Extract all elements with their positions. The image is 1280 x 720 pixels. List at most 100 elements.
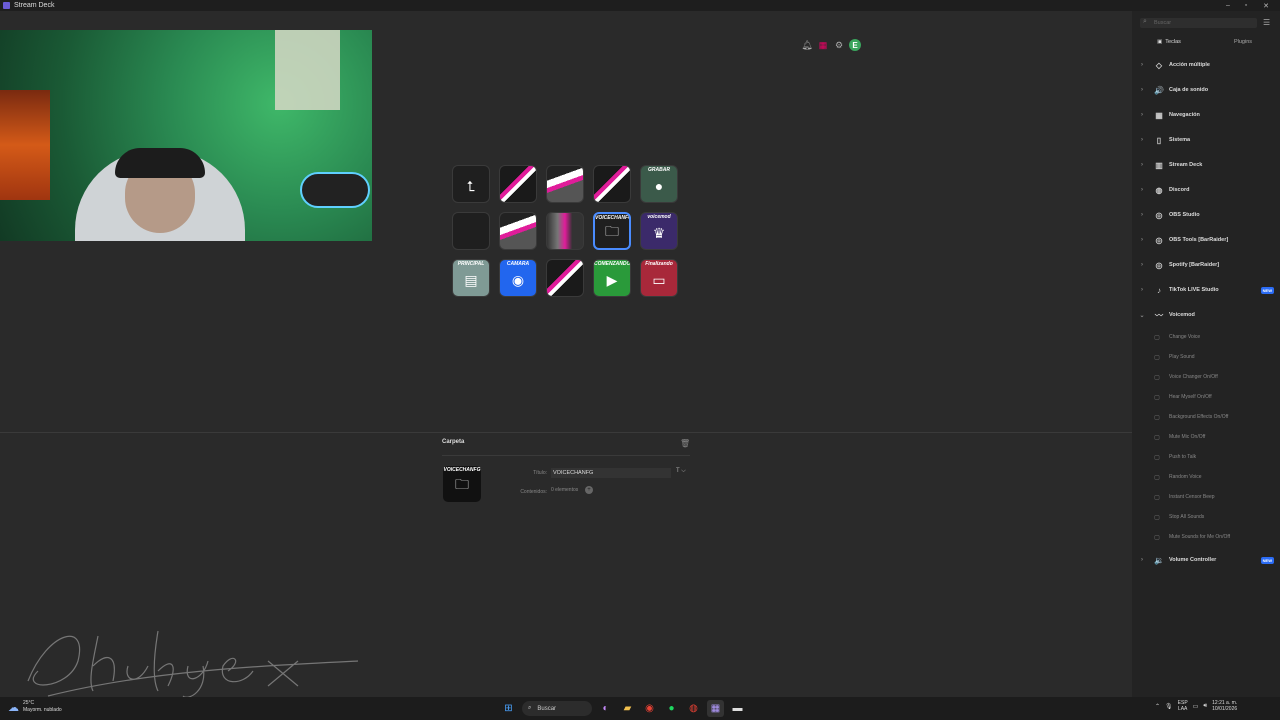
category-label: Navegación: [1169, 112, 1200, 118]
maximize-button[interactable]: ▫: [1236, 0, 1256, 11]
action-item[interactable]: ▢ Instant Censor Beep: [1132, 492, 1280, 502]
category-item[interactable]: › ▯ Sistema: [1132, 134, 1280, 146]
action-item[interactable]: ▢ Change Voice: [1132, 332, 1280, 342]
avatar[interactable]: E: [849, 39, 861, 51]
fireplace: [0, 90, 50, 200]
key-preview[interactable]: VOICECHANFG 🗀: [443, 466, 481, 502]
mic-icon[interactable]: 🎙︎: [1165, 703, 1173, 710]
bell-icon[interactable]: 🔔︎: [801, 39, 813, 51]
marketplace-icon[interactable]: ▦: [817, 39, 829, 51]
list-view-icon[interactable]: ☰: [1263, 18, 1270, 27]
action-item[interactable]: ▢ Random Voice: [1132, 472, 1280, 482]
chrome-icon[interactable]: ◉: [641, 700, 658, 717]
deck-key[interactable]: PRINCIPAL ▤: [452, 259, 490, 297]
search-input[interactable]: ⌕ Buscar: [1140, 18, 1257, 28]
chevron-right-icon: ›: [1141, 62, 1143, 68]
gear-icon[interactable]: ⚙: [833, 39, 845, 51]
category-item[interactable]: › ◍ Discord: [1132, 184, 1280, 196]
deck-key-icon: ♛: [652, 224, 666, 241]
deck-key-icon: ▤: [464, 271, 478, 288]
spotify-icon[interactable]: ●: [663, 700, 680, 717]
deck-key[interactable]: [546, 165, 584, 203]
deck-key[interactable]: [499, 212, 537, 250]
deck-key[interactable]: [452, 212, 490, 250]
action-icon: ▢: [1154, 534, 1160, 541]
deck-key[interactable]: [593, 165, 631, 203]
deck-key[interactable]: GRABAR ●: [640, 165, 678, 203]
terminal-icon[interactable]: ▬: [729, 700, 746, 717]
deck-key-label: CAMARA: [506, 261, 530, 267]
deck-key[interactable]: voicemod ♛: [640, 212, 678, 250]
taskbar-search[interactable]: ⌕ Buscar: [522, 701, 592, 716]
title-input[interactable]: [551, 468, 671, 478]
media-app-icon[interactable]: ◍: [685, 700, 702, 717]
category-item[interactable]: › ◎ OBS Studio: [1132, 209, 1280, 221]
title-format-button[interactable]: T ⌵: [676, 468, 686, 475]
category-item[interactable]: › ▦ Navegación: [1132, 109, 1280, 121]
category-icon: ▥: [1155, 160, 1163, 170]
action-item[interactable]: ▢ Mute Sounds for Me On/Off: [1132, 532, 1280, 542]
clock[interactable]: 12:21 a. m. 10/01/2026: [1212, 700, 1237, 712]
category-item[interactable]: › ♪ TikTok LIVE Studio NEW: [1132, 284, 1280, 296]
chevron-right-icon: ›: [1141, 87, 1143, 93]
deck-key[interactable]: [546, 212, 584, 250]
title-bar: Stream Deck – ▫ ✕: [0, 0, 1280, 11]
trash-icon[interactable]: 🗑︎: [680, 439, 690, 448]
category-item[interactable]: › ▥ Stream Deck: [1132, 159, 1280, 171]
category-item[interactable]: › 🔉 Volume Controller NEW: [1132, 554, 1280, 566]
action-item[interactable]: ▢ Hear Myself On/Off: [1132, 392, 1280, 402]
action-item[interactable]: ▢ Mute Mic On/Off: [1132, 432, 1280, 442]
minimize-button[interactable]: –: [1218, 0, 1238, 11]
tab-keys[interactable]: ▣ Teclas: [1132, 35, 1206, 49]
category-icon: ♪: [1157, 285, 1161, 295]
category-label: Sistema: [1169, 137, 1191, 143]
action-item[interactable]: ▢ Play Sound: [1132, 352, 1280, 362]
deck-key[interactable]: CAMARA ◉: [499, 259, 537, 297]
weather-text: Mayorm. nublado: [23, 707, 62, 713]
weather-widget[interactable]: ☁ 25°C Mayorm. nublado: [8, 700, 62, 714]
action-item[interactable]: ▢ Background Effects On/Off: [1132, 412, 1280, 422]
category-icon: ▯: [1156, 135, 1162, 145]
network-icon[interactable]: ▭: [1193, 703, 1199, 710]
copilot-icon[interactable]: ◐: [597, 700, 614, 717]
sidebar-tabs: ▣ Teclas Plugins: [1132, 35, 1280, 49]
deck-key[interactable]: ⮤: [452, 165, 490, 203]
deck-key[interactable]: VOICECHANFG 🗀: [593, 212, 631, 250]
chevron-right-icon: ›: [1141, 557, 1143, 563]
action-icon: ▢: [1154, 394, 1160, 401]
language-indicator[interactable]: ESP LAA: [1178, 700, 1188, 712]
action-item[interactable]: ▢ Push to Talk: [1132, 452, 1280, 462]
tab-plugins[interactable]: Plugins: [1206, 35, 1280, 49]
deck-key[interactable]: COMENZANDO ▶: [593, 259, 631, 297]
close-button[interactable]: ✕: [1256, 0, 1276, 11]
category-item[interactable]: ⌄ 〰 Voicemod: [1132, 309, 1280, 321]
action-icon: ▢: [1154, 434, 1160, 441]
chevron-right-icon: ›: [1141, 137, 1143, 143]
windows-start-icon[interactable]: ⊞: [500, 700, 517, 717]
category-item[interactable]: › ◎ Spotify [BarRaider]: [1132, 259, 1280, 271]
search-placeholder: Buscar: [1154, 20, 1172, 26]
deck-key[interactable]: [546, 259, 584, 297]
category-item[interactable]: › 🔊 Caja de sonido: [1132, 84, 1280, 96]
deck-key[interactable]: Finalizando ▭: [640, 259, 678, 297]
action-label: Change Voice: [1169, 334, 1201, 340]
stream-deck-taskbar-icon[interactable]: ▦: [707, 700, 724, 717]
action-icon: ▢: [1154, 374, 1160, 381]
file-explorer-icon[interactable]: ▰: [619, 700, 636, 717]
contents-label: Contenidos:: [520, 489, 547, 495]
divider: [442, 455, 690, 456]
key-preview-label: VOICECHANFG: [443, 467, 481, 473]
tab-keys-label: Teclas: [1165, 39, 1181, 45]
action-icon: ▢: [1154, 514, 1160, 521]
deck-key-icon: ●: [654, 178, 664, 194]
action-item[interactable]: ▢ Stop All Sounds: [1132, 512, 1280, 522]
category-item[interactable]: › ◇ Acción múltiple: [1132, 59, 1280, 71]
volume-icon[interactable]: 🔊︎: [1203, 703, 1207, 710]
action-icon: ▢: [1154, 354, 1160, 361]
chevron-up-icon[interactable]: ⌃: [1155, 703, 1160, 710]
action-label: Instant Censor Beep: [1169, 494, 1215, 500]
action-item[interactable]: ▢ Voice Changer On/Off: [1132, 372, 1280, 382]
deck-key[interactable]: [499, 165, 537, 203]
add-contents-button[interactable]: +: [585, 486, 593, 494]
category-item[interactable]: › ◎ OBS Tools [BarRaider]: [1132, 234, 1280, 246]
